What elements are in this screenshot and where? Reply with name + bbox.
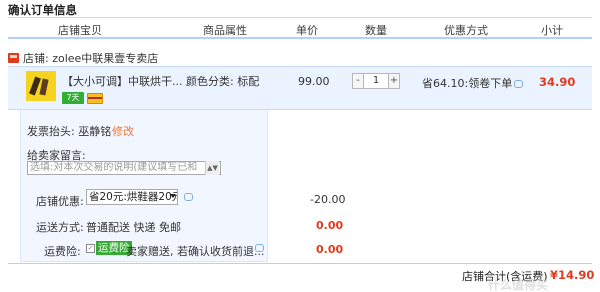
divider	[8, 263, 592, 264]
insurance-text: 卖家赠送, 若确认收货前退...	[126, 245, 265, 258]
promo-method: 省64.10:领卷下单	[422, 75, 524, 91]
insurance-checkbox[interactable]: ✓	[86, 244, 95, 253]
page-title: 确认订单信息	[8, 3, 77, 17]
watermark: 什么值得买	[488, 278, 549, 292]
shop-promo-label: 店铺优惠:	[36, 195, 84, 208]
seller-note-input[interactable]: 选填:对本次交易的说明(建议填写已和	[27, 161, 221, 175]
chevron-down-icon[interactable]	[170, 194, 176, 198]
invoice-title: 发票抬头: 巫静铭	[27, 125, 112, 138]
shop-promo-amount: -20.00	[310, 193, 346, 206]
insurance-amount: 0.00	[316, 243, 344, 256]
shop-icon	[8, 53, 19, 63]
unit-price: 99.00	[298, 75, 330, 88]
invoice-edit-link[interactable]: 修改	[112, 123, 134, 139]
chat-icon[interactable]	[184, 193, 193, 201]
chat-icon[interactable]	[255, 244, 264, 252]
product-title-link[interactable]: 【大小可调】中联烘干... 颜色分类: 标配	[62, 73, 259, 89]
column-header-shuxing: 商品属性	[203, 24, 247, 37]
quantity-input[interactable]: 1	[364, 73, 388, 89]
credit-card-icon	[87, 93, 103, 104]
order-table-header: 店铺宝贝 商品属性 单价 数量 优惠方式 小计	[8, 17, 592, 39]
column-header-xiaoji: 小计	[541, 24, 563, 37]
promo-text: 省64.10:领卷下单	[422, 77, 513, 90]
shipping-method: 普通配送 快递 免邮	[86, 221, 181, 234]
shop-name-link[interactable]: 店铺: zolee中联果壹专卖店	[23, 50, 158, 66]
order-item-row: 【大小可调】中联烘干... 颜色分类: 标配 7天 99.00 - 1 + 省6…	[8, 66, 592, 110]
shop-line: 店铺: zolee中联果壹专卖店	[8, 51, 158, 65]
column-header-youhui: 优惠方式	[444, 24, 488, 37]
quantity-stepper: - 1 +	[352, 73, 400, 89]
column-header-baobei: 店铺宝贝	[58, 24, 102, 37]
item-subtotal: 34.90	[539, 75, 576, 89]
quantity-increase-button[interactable]: +	[388, 73, 400, 89]
seven-day-return-badge: 7天	[62, 92, 84, 104]
product-thumbnail[interactable]	[26, 71, 56, 101]
note-scrollbar[interactable]: ▲▼	[205, 161, 219, 175]
insurance-label: 运费险:	[44, 245, 81, 258]
quantity-decrease-button[interactable]: -	[352, 73, 364, 89]
column-header-danjia: 单价	[296, 24, 318, 37]
shop-total-amount: ¥14.90	[550, 268, 595, 282]
chat-icon[interactable]	[514, 80, 524, 88]
shipping-amount: 0.00	[316, 219, 344, 232]
shipping-label: 运送方式:	[36, 221, 84, 234]
shop-promo-select[interactable]: 省20元:烘鞋器20元	[86, 189, 178, 205]
column-header-shuliang: 数量	[365, 24, 387, 37]
